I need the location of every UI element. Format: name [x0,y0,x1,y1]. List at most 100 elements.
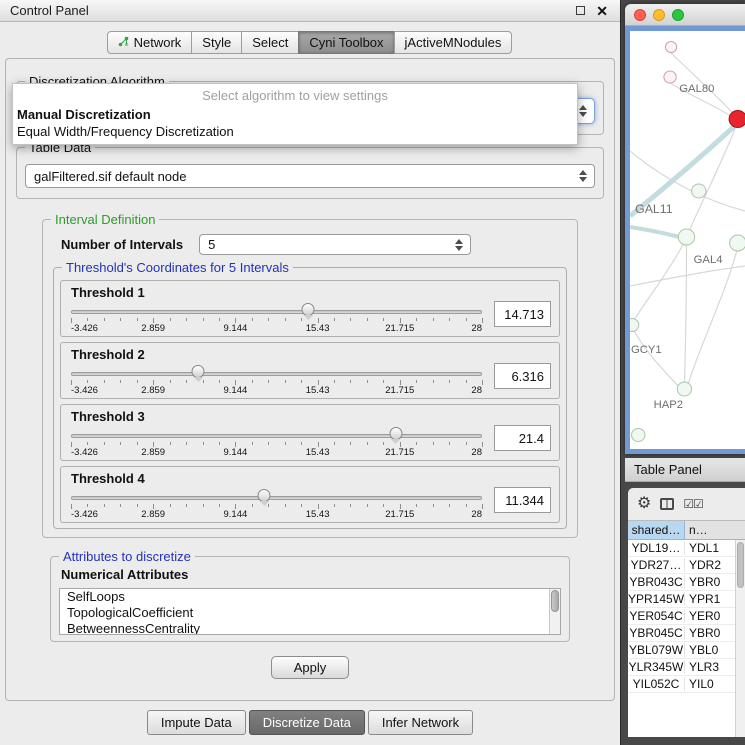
cell-shared-name[interactable]: YBR045C [628,626,685,640]
node-label: GAL80 [679,83,714,95]
slider-thumb[interactable] [302,303,315,316]
tab-label: Select [252,35,288,50]
threshold-box-3: Threshold 3 -3.4262.8599.14415.4321.7152… [60,404,560,461]
algorithm-dropdown-popup: Select algorithm to view settings Manual… [12,83,578,145]
attribute-list-item[interactable]: BetweennessCentrality [60,621,560,635]
node-label: GAL4 [694,254,723,266]
table-row[interactable]: YIL052CYIL0 [628,676,745,693]
threshold-slider-2[interactable]: -3.4262.8599.14415.4321.71528 [71,362,482,396]
numerical-attributes-list[interactable]: SelfLoopsTopologicalCoefficientBetweenne… [59,588,561,635]
gear-icon[interactable]: ⚙ [637,496,651,512]
table-data-selected-value: galFiltered.sif default node [34,169,186,184]
network-node[interactable] [677,382,691,396]
group-title-attributes: Attributes to discretize [59,549,195,564]
slider-tick-labels: -3.4262.8599.14415.4321.71528 [71,447,482,458]
columns-icon[interactable] [660,498,674,510]
slider-tick-labels: -3.4262.8599.14415.4321.71528 [71,509,482,520]
threshold-value-field[interactable]: 21.4 [494,425,551,451]
cell-shared-name[interactable]: YLR345W [628,660,685,674]
close-icon[interactable]: ✕ [596,4,608,18]
bottom-tab-impute-data[interactable]: Impute Data [147,710,246,735]
scrollbar-thumb[interactable] [551,590,559,612]
network-node[interactable] [730,235,745,251]
network-node-selected-red[interactable] [729,111,745,128]
table-row[interactable]: YDL19…YDL1 [628,540,745,557]
node-label: HAP2 [654,399,683,411]
attribute-list-item[interactable]: SelfLoops [60,589,560,605]
bottom-tab-discretize-data[interactable]: Discretize Data [249,710,365,735]
threshold-value-field[interactable]: 11.344 [494,487,551,513]
traffic-zoom-icon[interactable] [672,9,684,21]
table-data-select[interactable]: galFiltered.sif default node [25,164,595,188]
tab-network[interactable]: Network [107,31,193,54]
bottom-tab-infer-network[interactable]: Infer Network [368,710,473,735]
slider-track[interactable] [71,434,482,438]
control-panel-body: Discretization Algorithm Select algorith… [5,58,615,701]
tab-jactivemnodules[interactable]: jActiveMNodules [394,31,513,54]
attribute-list-item[interactable]: TopologicalCoefficient [60,605,560,621]
intervals-select[interactable]: 5 [199,234,471,255]
combo-stepper-icon [579,105,587,117]
traffic-close-icon[interactable] [634,9,646,21]
column-header-name[interactable]: n… [685,521,745,539]
tab-label: Cyni Toolbox [309,35,383,50]
table-row[interactable]: YBR043CYBR0 [628,574,745,591]
table-panel-window: ⚙ ☑☑ shared… n… YDL19…YDL1YDR27…YDR2YBR0… [628,488,745,737]
panel-title: Control Panel [10,3,576,18]
slider-thumb[interactable] [389,427,402,440]
table-row[interactable]: YPR145WYPR1 [628,591,745,608]
bottom-tabbar: Impute DataDiscretize DataInfer Network [0,710,620,735]
cell-shared-name[interactable]: YBR043C [628,575,685,589]
slider-thumb[interactable] [192,365,205,378]
table-scrollbar[interactable] [735,540,745,737]
column-header-shared-name[interactable]: shared… [628,521,685,539]
float-icon[interactable] [576,6,585,15]
tab-cyni-toolbox[interactable]: Cyni Toolbox [298,31,394,54]
tab-label: Network [134,35,182,50]
threshold-slider-3[interactable]: -3.4262.8599.14415.4321.71528 [71,424,482,458]
select-checks-icon[interactable]: ☑☑ [683,497,703,511]
scrollbar-thumb[interactable] [737,542,744,588]
threshold-value-field[interactable]: 14.713 [494,301,551,327]
table-row[interactable]: YDR27…YDR2 [628,557,745,574]
slider-track[interactable] [71,496,482,500]
network-node[interactable] [630,319,639,332]
table-row[interactable]: YBL079WYBL0 [628,642,745,659]
network-window-titlebar [625,4,745,26]
threshold-value-field[interactable]: 6.316 [494,363,551,389]
group-title-interval-definition: Interval Definition [51,212,159,227]
cell-shared-name[interactable]: YPR145W [628,592,685,606]
dropdown-option[interactable]: Manual Discretization [13,106,577,123]
interval-definition-group: Interval Definition Number of Intervals … [42,219,578,538]
table-row[interactable]: YLR345WYLR3 [628,659,745,676]
slider-thumb[interactable] [258,489,271,502]
table-row[interactable]: YBR045CYBR0 [628,625,745,642]
network-node[interactable] [665,42,676,53]
slider-track[interactable] [71,372,482,376]
traffic-minimize-icon[interactable] [653,9,665,21]
table-header-row: shared… n… [628,520,745,540]
apply-button[interactable]: Apply [271,656,350,679]
threshold-slider-4[interactable]: -3.4262.8599.14415.4321.71528 [71,486,482,520]
network-node[interactable] [678,229,694,245]
threshold-slider-1[interactable]: -3.4262.8599.14415.4321.71528 [71,300,482,334]
attributes-scrollbar[interactable] [549,589,560,634]
network-node[interactable] [632,429,645,442]
dropdown-option[interactable]: Equal Width/Frequency Discretization [13,123,577,140]
network-graph: GAL80 GAL11 GAL4 GCY1 HAP2 [630,31,745,449]
cell-shared-name[interactable]: YER054C [628,609,685,623]
top-tabbar: Network Style Select Cyni Toolbox jActiveMNo… [0,22,620,59]
cell-shared-name[interactable]: YIL052C [628,677,685,691]
cell-shared-name[interactable]: YDL19… [628,541,685,555]
network-canvas[interactable]: GAL80 GAL11 GAL4 GCY1 HAP2 [625,26,745,454]
network-node[interactable] [664,71,676,83]
combo-stepper-icon [579,170,587,182]
table-row[interactable]: YER054CYER0 [628,608,745,625]
tab-style[interactable]: Style [191,31,242,54]
cell-shared-name[interactable]: YDR27… [628,558,685,572]
slider-track[interactable] [71,310,482,314]
network-node[interactable] [692,184,706,198]
threshold-box-4: Threshold 4 -3.4262.8599.14415.4321.7152… [60,466,560,523]
cell-shared-name[interactable]: YBL079W [628,643,685,657]
tab-select[interactable]: Select [241,31,299,54]
